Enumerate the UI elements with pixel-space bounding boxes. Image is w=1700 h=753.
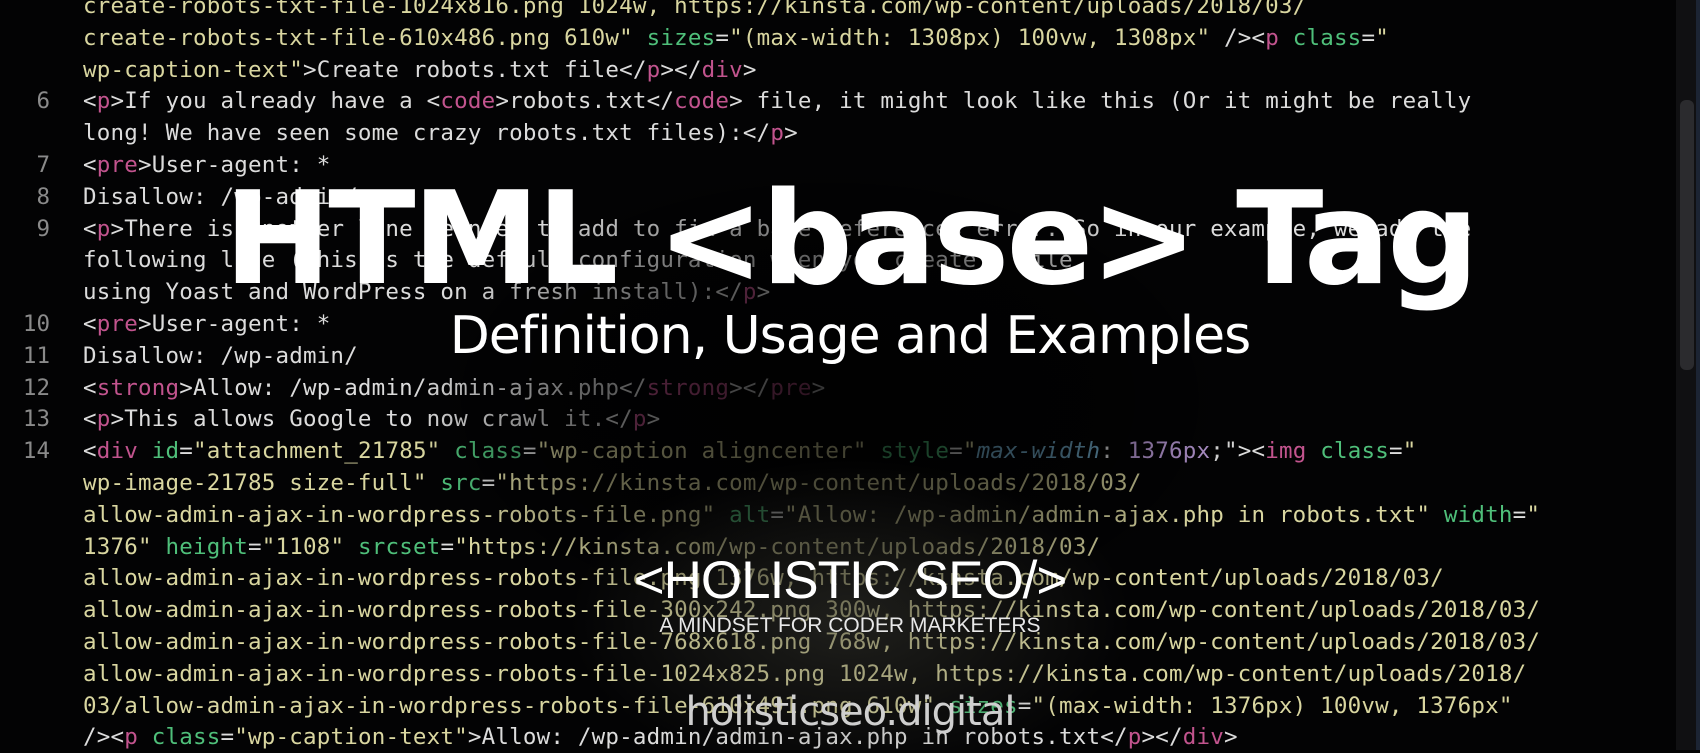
brand-logo-text: <HOLISTIC SEO/> — [633, 551, 1068, 610]
brand-tagline: A MINDSET FOR CODER MARKETERS — [659, 614, 1041, 637]
banner-overlay: HTML <base> Tag Definition, Usage and Ex… — [0, 0, 1700, 750]
banner-subtitle: Definition, Usage and Examples — [449, 306, 1251, 366]
banner-title: HTML <base> Tag — [224, 165, 1479, 314]
brand-domain: holisticseo.digital — [685, 689, 1016, 735]
